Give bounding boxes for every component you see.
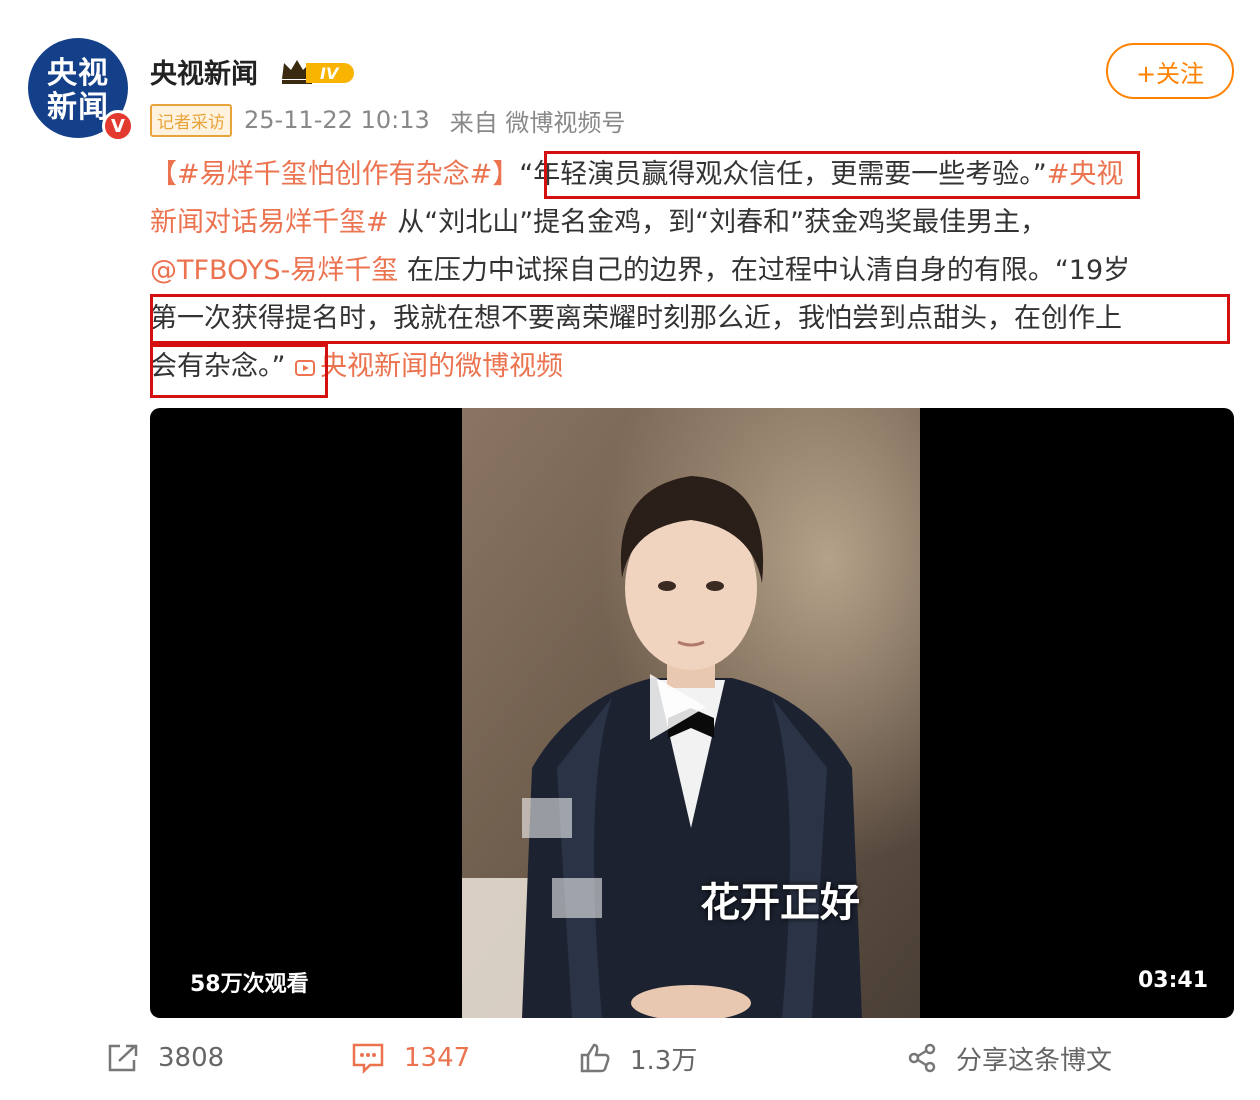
hashtag-link-start[interactable]: #央视 [1047,159,1124,190]
topic-link[interactable]: 【#易烊千玺怕创作有杂念#】 [150,159,519,190]
hashtag-link-end[interactable]: 新闻对话易烊千玺# [150,207,389,238]
post-text-line5: 会有杂念。” 央视新闻的微博视频 [150,343,563,391]
repost-icon [108,1044,138,1072]
post-source: 来自 微博视频号 [449,108,626,137]
post-text-segment: 从“刘北山”提名金鸡，到“刘春和”获金鸡奖最佳男主， [388,207,1048,238]
comment-button[interactable]: 1347 [350,1036,470,1080]
follow-button[interactable]: +关注 [1106,43,1234,99]
post-text-line3: @TFBOYS-易烊千玺 在压力中试探自己的边界，在过程中认清自身的有限。“19… [150,247,1130,295]
video-link-label: 央视新闻的微博视频 [320,351,564,382]
post-text-line1: 【#易烊千玺怕创作有杂念#】“年轻演员赢得观众信任，更需要一些考验。”#央视 [150,151,1123,199]
post-meta: 记者采访 25-11-22 10:13 来自 微博视频号 [150,103,625,137]
view-count: 58万次观看 [190,972,309,997]
username[interactable]: 央视新闻 [150,52,258,91]
post-time[interactable]: 25-11-22 10:13 [244,106,430,134]
post-text-line4: 第一次获得提名时，我就在想不要离荣耀时刻那么近，我怕尝到点甜头，在创作上 [150,303,1122,334]
comment-count: 1347 [404,1043,471,1073]
repost-button[interactable]: 3808 [106,1036,224,1080]
video-link-icon [295,359,316,376]
interview-tag: 记者采访 [150,103,232,137]
video-link[interactable]: 央视新闻的微博视频 [294,351,563,382]
weibo-post: 央视 新闻 V 央视新闻 IV +关注 记者采访 25-11-22 10:13 … [0,0,1260,1100]
verified-v-icon: V [102,110,134,142]
video-caption: 花开正好 [700,880,860,926]
mention-link[interactable]: @TFBOYS-易烊千玺 [150,255,398,286]
avatar-text-line1: 央视 [47,56,109,91]
like-icon [580,1043,610,1073]
post-text-segment: 会有杂念。” [150,351,286,382]
video-player[interactable]: 花开正好 58万次观看 03:41 [150,408,1234,1018]
share-label: 分享这条博文 [956,1045,1113,1076]
video-duration: 03:41 [1137,968,1208,993]
like-button[interactable]: 1.3万 [578,1036,697,1080]
avatar[interactable]: 央视 新闻 V [28,38,134,142]
play-icon[interactable] [646,670,710,744]
crown-level-icon: IV [282,60,354,84]
post-text-segment: 在压力中试探自己的边界，在过程中认清自身的有限。“19岁 [398,255,1131,286]
like-count: 1.3万 [630,1045,698,1076]
share-icon [908,1043,936,1073]
level-badge-text: IV [320,64,340,83]
quote-text: “年轻演员赢得观众信任，更需要一些考验。” [519,159,1047,190]
comment-icon [352,1043,384,1075]
repost-count: 3808 [158,1043,225,1073]
share-button[interactable]: 分享这条博文 [906,1036,1112,1080]
post-text-line2: 新闻对话易烊千玺# 从“刘北山”提名金鸡，到“刘春和”获金鸡奖最佳男主， [150,199,1047,247]
